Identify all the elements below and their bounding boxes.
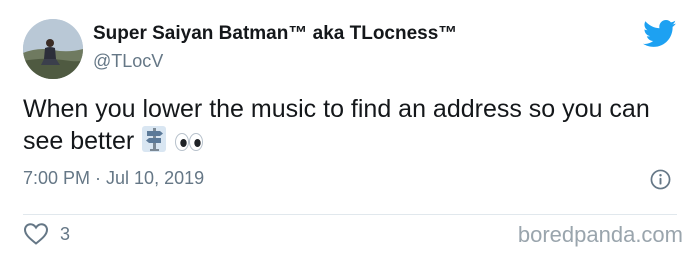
signpost-icon (141, 125, 167, 161)
tweet-body: When you lower the music to find an addr… (23, 95, 650, 155)
heart-icon (23, 223, 49, 245)
tweet-text: When you lower the music to find an addr… (23, 94, 663, 161)
display-name[interactable]: Super Saiyan Batman™ aka TLocness™ (93, 23, 457, 45)
info-icon[interactable] (650, 169, 671, 190)
watermark: boredpanda.com (517, 222, 683, 247)
like-button[interactable]: 3 (23, 222, 70, 246)
twitter-bird-icon[interactable] (643, 20, 677, 48)
like-count: 3 (60, 223, 71, 244)
avatar[interactable] (23, 19, 83, 79)
user-handle[interactable]: @TLocV (93, 51, 163, 72)
tweet-card: Super Saiyan Batman™ aka TLocness™ @TLoc… (0, 0, 700, 257)
tweet-timestamp[interactable]: 7:00 PM · Jul 10, 2019 (23, 168, 204, 189)
divider (23, 214, 677, 215)
profile-photo-icon (23, 19, 83, 79)
eyes-icon (174, 130, 204, 161)
